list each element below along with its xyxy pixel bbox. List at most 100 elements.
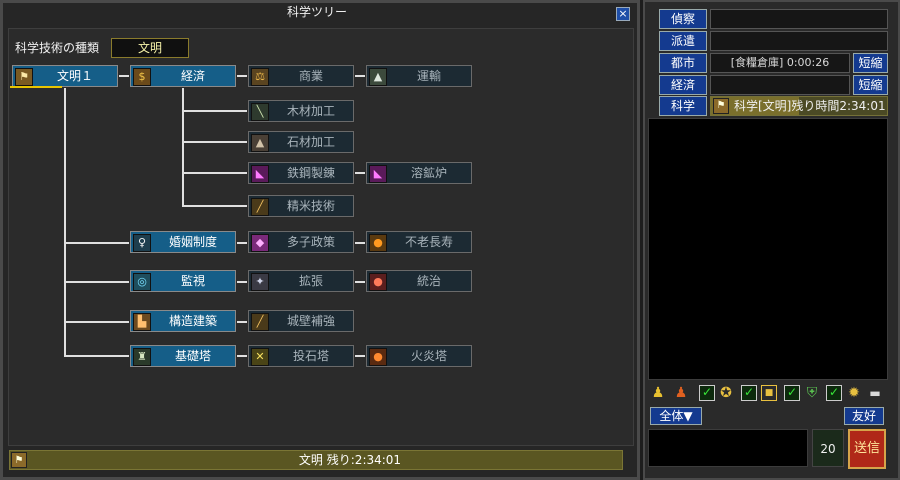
hat-icon: ▬ bbox=[869, 386, 881, 400]
chat-log[interactable] bbox=[648, 118, 888, 380]
tech-node-label: 統治 bbox=[416, 274, 441, 288]
tech-node-keizai[interactable]: $ 経済 bbox=[129, 64, 237, 88]
tech-node-touchi[interactable]: ● 統治 bbox=[365, 269, 473, 293]
tree-connector bbox=[236, 242, 248, 244]
flag-icon: ⚑ bbox=[15, 68, 33, 86]
tech-node-konin[interactable]: ♀ 婚姻制度 bbox=[129, 230, 237, 254]
send-button[interactable]: 送信 bbox=[848, 429, 886, 469]
stone-icon: ▲ bbox=[251, 134, 269, 152]
gear-icon: ✹ bbox=[848, 385, 860, 401]
window-title: 科学ツリー bbox=[286, 5, 347, 19]
tech-node-label: 文明１ bbox=[56, 69, 93, 83]
tree-connector bbox=[64, 281, 130, 283]
filter-checkbox[interactable]: ✓ bbox=[784, 385, 800, 401]
tech-node-mokuzai[interactable]: ╲ 木材加工 bbox=[247, 99, 355, 123]
tech-node-tashi[interactable]: ◆ 多子政策 bbox=[247, 230, 355, 254]
hammer-icon: ╱ bbox=[251, 313, 269, 331]
city-button[interactable]: 都市 bbox=[659, 53, 707, 73]
tree-connector bbox=[236, 355, 248, 357]
tree-connector bbox=[182, 87, 184, 206]
shield-icon: ⛨ bbox=[806, 385, 818, 401]
tech-node-label: 石材加工 bbox=[286, 135, 335, 149]
tree-connector bbox=[118, 75, 130, 77]
money-bag-icon: $ bbox=[133, 68, 151, 86]
dispatch-field bbox=[710, 31, 888, 51]
tree-connector bbox=[64, 242, 130, 244]
chat-input[interactable] bbox=[648, 429, 808, 467]
close-button[interactable]: × bbox=[616, 7, 630, 21]
tech-node-unyu[interactable]: ▲ 運輸 bbox=[365, 64, 473, 88]
square-target-icon: ■ bbox=[761, 385, 777, 401]
player-orange-icon[interactable]: ♟ bbox=[673, 385, 689, 401]
tech-node-label: 経済 bbox=[180, 69, 205, 83]
tech-node-label: 木材加工 bbox=[286, 104, 335, 118]
tree-connector bbox=[64, 321, 130, 323]
tree-connector bbox=[182, 205, 248, 207]
filter-checkbox[interactable]: ✓ bbox=[826, 385, 842, 401]
scout-button[interactable]: 偵察 bbox=[659, 9, 707, 29]
filter-checkbox[interactable]: ✓ bbox=[741, 385, 757, 401]
expand-icon: ✦ bbox=[251, 273, 269, 291]
economy-button[interactable]: 経済 bbox=[659, 75, 707, 95]
tech-node-youkouro[interactable]: ◣ 溶鉱炉 bbox=[365, 161, 473, 185]
science-button[interactable]: 科学 bbox=[659, 96, 707, 116]
tech-node-label: 精米技術 bbox=[286, 199, 335, 213]
tech-node-kanshi[interactable]: ◎ 監視 bbox=[129, 269, 237, 293]
tech-node-seimai[interactable]: ╱ 精米技術 bbox=[247, 194, 355, 218]
tree-connector bbox=[354, 242, 366, 244]
tech-node-label: 溶鉱炉 bbox=[410, 166, 447, 180]
tech-node-kouzou[interactable]: ▙ 構造建築 bbox=[129, 309, 237, 333]
tech-node-furou[interactable]: ● 不老長寿 bbox=[365, 230, 473, 254]
saw-icon: ╲ bbox=[251, 103, 269, 121]
tech-node-sekizai[interactable]: ▲ 石材加工 bbox=[247, 130, 355, 154]
tree-connector bbox=[354, 75, 366, 77]
wagon-icon: ▲ bbox=[369, 68, 387, 86]
chat-scope-dropdown[interactable]: 全体▼ bbox=[650, 407, 702, 425]
status-remaining: 残り:2:34:01 bbox=[326, 453, 402, 467]
dispatch-button[interactable]: 派遣 bbox=[659, 31, 707, 51]
furnace-icon: ◣ bbox=[369, 165, 387, 183]
selected-indicator bbox=[10, 86, 62, 88]
tech-node-label: 不老長寿 bbox=[404, 235, 453, 249]
friend-button[interactable]: 友好 bbox=[844, 407, 884, 425]
tech-node-jouheki[interactable]: ╱ 城壁補強 bbox=[247, 309, 355, 333]
tech-node-tekkou[interactable]: ◣ 鉄鋼製錬 bbox=[247, 161, 355, 185]
city-shorten-button[interactable]: 短縮 bbox=[853, 53, 888, 73]
children-icon: ◆ bbox=[251, 234, 269, 252]
rule-icon: ● bbox=[369, 273, 387, 291]
tech-node-kakuchou[interactable]: ✦ 拡張 bbox=[247, 269, 355, 293]
tree-connector bbox=[182, 172, 248, 174]
char-count: 20 bbox=[812, 429, 844, 467]
couple-icon: ♀ bbox=[133, 234, 151, 252]
tech-node-label: 運輸 bbox=[416, 69, 441, 83]
tech-node-kaen[interactable]: ● 火炎塔 bbox=[365, 344, 473, 368]
filter-checkbox[interactable]: ✓ bbox=[699, 385, 715, 401]
tech-node-label: 城壁補強 bbox=[286, 314, 335, 328]
tree-connector bbox=[64, 355, 130, 357]
tech-node-label: 監視 bbox=[180, 274, 205, 288]
boot-icon: ▙ bbox=[133, 313, 151, 331]
tech-node-bunmei1[interactable]: ⚑ 文明１ bbox=[11, 64, 119, 88]
scale-icon: ⚖ bbox=[251, 68, 269, 86]
tech-node-kiso[interactable]: ♜ 基礎塔 bbox=[129, 344, 237, 368]
scout-field bbox=[710, 9, 888, 29]
city-timer-field: [食糧倉庫] 0:00:26 bbox=[710, 53, 850, 73]
tech-node-touseki[interactable]: ✕ 投石塔 bbox=[247, 344, 355, 368]
player-yellow-icon[interactable]: ♟ bbox=[650, 385, 666, 401]
tech-node-label: 投石塔 bbox=[292, 349, 329, 363]
fire-icon: ● bbox=[369, 348, 387, 366]
economy-shorten-button[interactable]: 短縮 bbox=[853, 75, 888, 95]
tech-kind-selector[interactable]: 文明 bbox=[111, 38, 189, 58]
research-status-text: 文明 残り:2:34:01 bbox=[200, 452, 500, 468]
tech-node-shougyou[interactable]: ⚖ 商業 bbox=[247, 64, 355, 88]
tree-connector bbox=[182, 141, 248, 143]
flag-icon: ⚑ bbox=[11, 452, 27, 468]
grain-icon: ╱ bbox=[251, 198, 269, 216]
tree-connector bbox=[64, 88, 66, 356]
tree-connector bbox=[354, 355, 366, 357]
tech-node-label: 商業 bbox=[298, 69, 323, 83]
tech-node-label: 拡張 bbox=[298, 274, 323, 288]
tree-connector bbox=[236, 281, 248, 283]
status-category: 文明 bbox=[298, 453, 323, 467]
compass-icon: ✪ bbox=[720, 385, 732, 401]
